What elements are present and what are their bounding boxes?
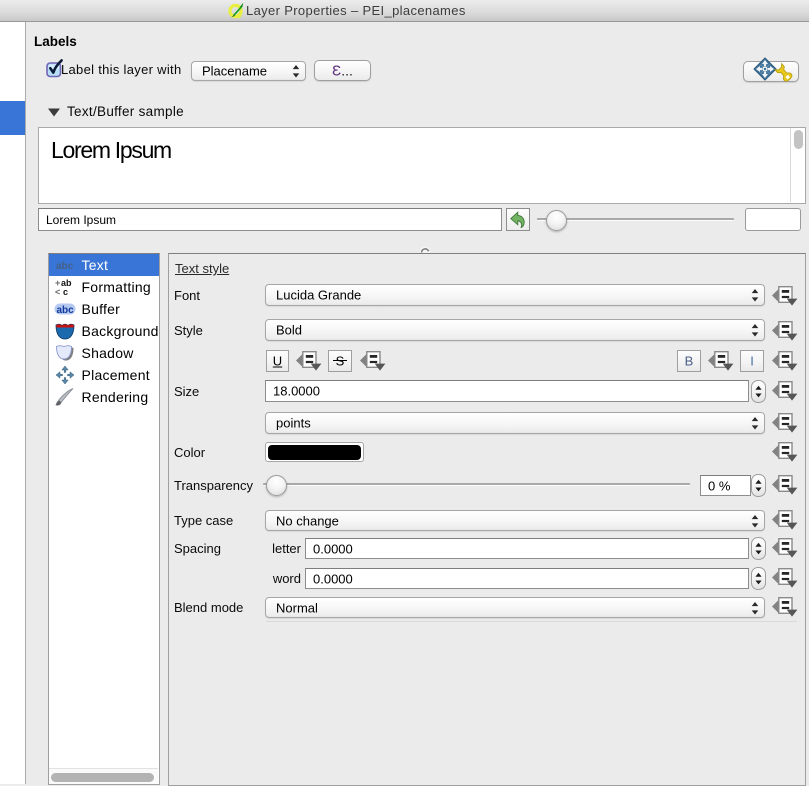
svg-text:abc: abc <box>56 261 74 272</box>
svg-text:abc: abc <box>57 305 75 316</box>
svg-text:<: < <box>55 287 60 297</box>
svg-text:c: c <box>63 287 68 297</box>
